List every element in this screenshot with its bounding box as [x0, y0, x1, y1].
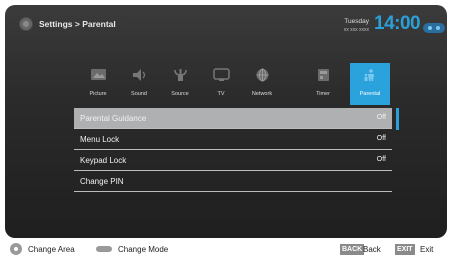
- settings-gear-icon: [19, 17, 33, 31]
- top-bar: Settings > Parental Tuesday xx xxx xxxx …: [5, 5, 447, 43]
- mode-button-icon: [96, 246, 112, 252]
- row-label: Keypad Lock: [80, 156, 127, 165]
- row-label: Change PIN: [80, 177, 124, 186]
- settings-panel: Settings > Parental Tuesday xx xxx xxxx …: [5, 5, 447, 238]
- status-indicator-icon: [423, 23, 445, 33]
- breadcrumb: Settings > Parental: [39, 19, 116, 29]
- menu-row-menu-lock[interactable]: Menu Lock Off: [74, 129, 392, 150]
- source-icon: [172, 68, 189, 82]
- menu-row-change-pin[interactable]: Change PIN: [74, 171, 392, 192]
- menu-row-keypad-lock[interactable]: Keypad Lock Off: [74, 150, 392, 171]
- network-icon: [254, 68, 271, 82]
- back-hint: Back: [363, 245, 381, 254]
- tab-parental[interactable]: Parental: [350, 63, 390, 105]
- navigation-pad-icon: [10, 243, 22, 255]
- menu-row-parental-guidance[interactable]: Parental Guidance Off: [74, 108, 392, 129]
- timer-icon: [315, 68, 332, 82]
- date-box: Tuesday xx xxx xxxx: [344, 17, 369, 35]
- row-value: Off: [376, 156, 386, 163]
- tab-timer[interactable]: Timer: [303, 63, 343, 105]
- tv-icon: [213, 68, 230, 82]
- tab-label: TV: [217, 91, 225, 97]
- exit-key-icon[interactable]: EXIT: [395, 244, 415, 255]
- back-key-icon[interactable]: BACK: [340, 244, 365, 255]
- change-mode-hint: Change Mode: [118, 245, 169, 254]
- category-tabs: Picture Sound Source TV Network Timer Pa…: [5, 63, 447, 107]
- tab-sound[interactable]: Sound: [119, 63, 159, 105]
- footer-bar: Change Area Change Mode BACK Back EXIT E…: [0, 239, 452, 260]
- tab-label: Source: [171, 91, 189, 97]
- date-label: xx xxx xxxx: [343, 27, 369, 33]
- row-label: Parental Guidance: [80, 114, 147, 123]
- row-value: Off: [376, 135, 386, 142]
- tab-label: Timer: [316, 91, 330, 97]
- parental-icon: [362, 68, 379, 82]
- day-label: Tuesday: [344, 18, 369, 25]
- sound-icon: [131, 68, 148, 82]
- tab-label: Picture: [89, 91, 107, 97]
- row-label: Menu Lock: [80, 135, 120, 144]
- tab-network[interactable]: Network: [242, 63, 282, 105]
- tv-settings-screen: Settings > Parental Tuesday xx xxx xxxx …: [0, 0, 452, 260]
- list-scrollbar[interactable]: [396, 108, 399, 130]
- parental-menu-list: Parental Guidance Off Menu Lock Off Keyp…: [74, 108, 392, 192]
- exit-hint: Exit: [420, 245, 434, 254]
- change-area-hint: Change Area: [28, 245, 75, 254]
- tab-source[interactable]: Source: [160, 63, 200, 105]
- tab-label: Network: [251, 91, 273, 97]
- tab-label: Sound: [131, 91, 147, 97]
- clock-time: 14:00: [374, 13, 421, 34]
- row-value: Off: [376, 114, 386, 121]
- picture-icon: [90, 68, 107, 82]
- tab-label: Parental: [359, 91, 381, 97]
- tab-tv[interactable]: TV: [201, 63, 241, 105]
- tab-picture[interactable]: Picture: [78, 63, 118, 105]
